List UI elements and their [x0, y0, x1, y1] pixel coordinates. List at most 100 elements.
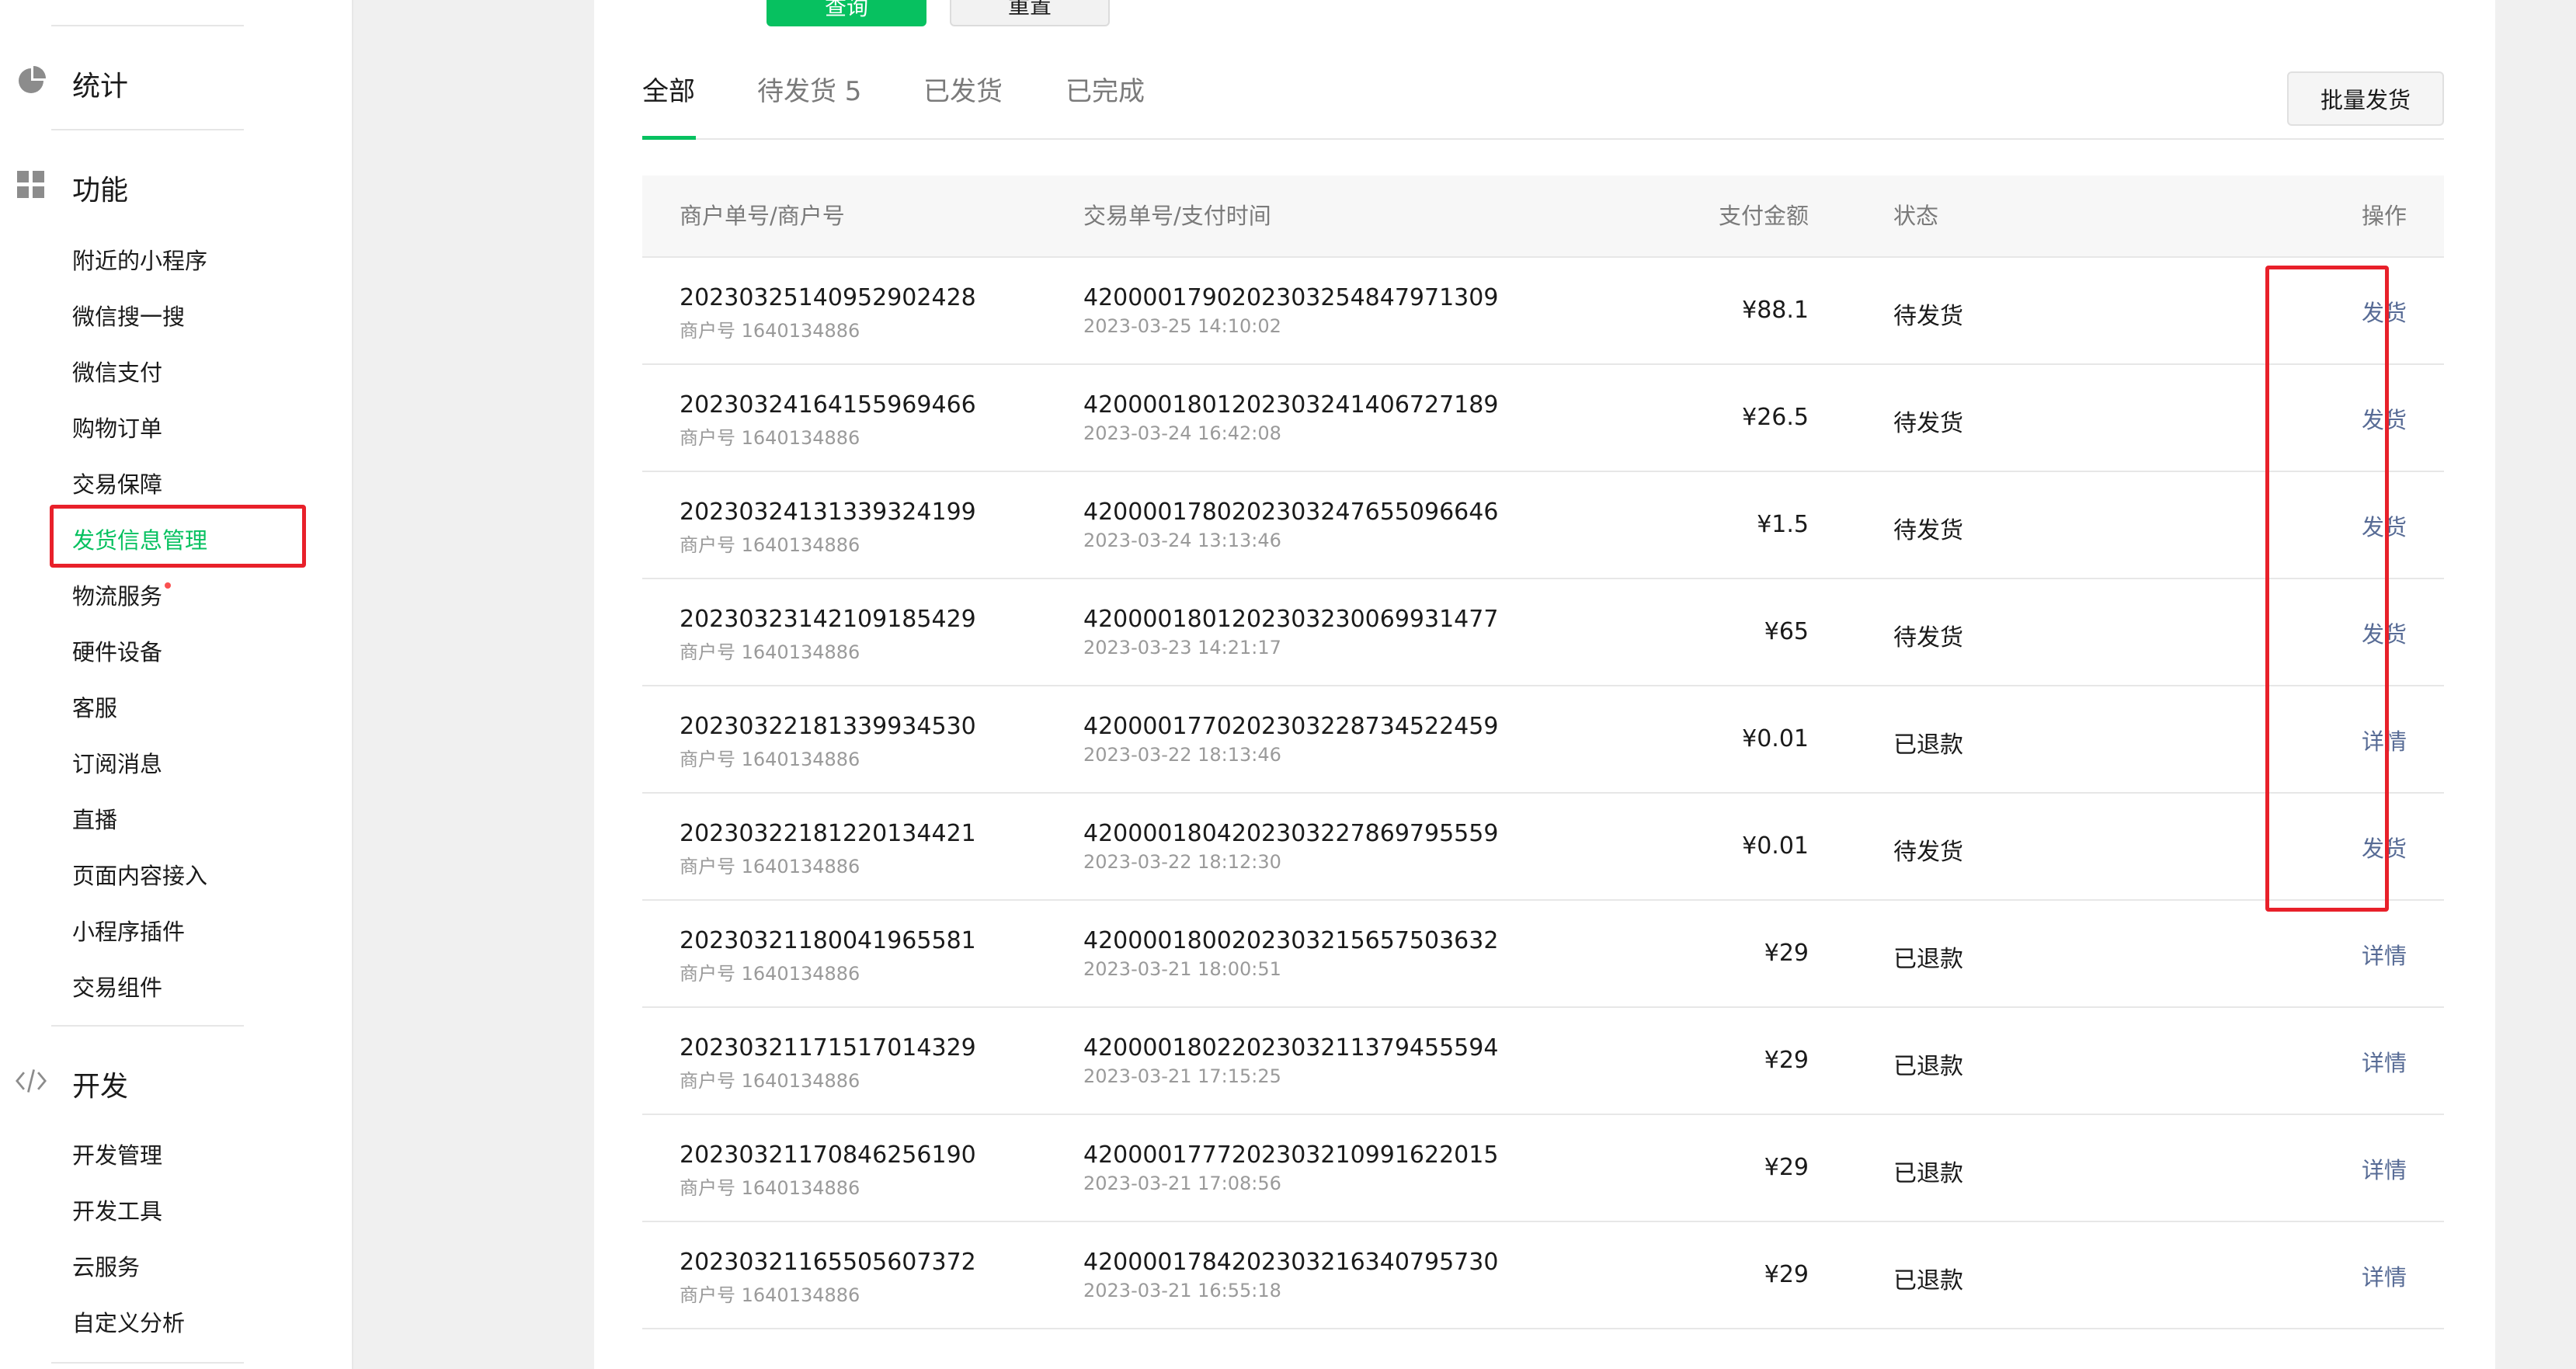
active-item-highlight [50, 505, 306, 568]
merchant-order-number: 20230323142109185429 [680, 606, 976, 633]
sidebar-item[interactable]: 开发管理 [72, 1140, 162, 1171]
table-header: 商户单号/商户号 交易单号/支付时间 支付金额 状态 操作 [642, 175, 2444, 258]
details-link[interactable]: 详情 [2362, 1260, 2407, 1292]
action-column-highlight [2265, 266, 2389, 912]
merchant-order-number: 20230324131339324199 [680, 499, 976, 526]
column-header-action: 操作 [2361, 203, 2407, 229]
order-status: 待发货 [1893, 517, 1963, 544]
merchant-order-number: 20230321170846256190 [680, 1141, 976, 1169]
trade-order-number: 4200001777202303210991622015 [1083, 1141, 1499, 1169]
sidebar-item[interactable]: 微信支付 [72, 357, 162, 388]
sidebar-item[interactable]: 微信搜一搜 [72, 301, 185, 332]
payment-time: 2023-03-21 17:08:56 [1083, 1173, 1281, 1194]
merchant-id: 商户号 1640134886 [680, 320, 860, 342]
sidebar-item[interactable]: 订阅消息 [72, 749, 162, 780]
code-icon [16, 1065, 47, 1096]
sidebar-item[interactable]: 交易组件 [72, 972, 162, 1003]
merchant-id: 商户号 1640134886 [680, 1177, 860, 1199]
payment-amount: ¥88.1 [1742, 297, 1809, 324]
column-header-amount: 支付金额 [1718, 203, 1809, 229]
sidebar-item[interactable]: 附近的小程序 [72, 245, 207, 276]
order-status: 待发货 [1893, 839, 1963, 866]
order-status: 待发货 [1893, 624, 1963, 651]
sidebar-divider [51, 25, 244, 26]
trade-order-number: 4200001800202303215657503632 [1083, 927, 1499, 954]
tab-all[interactable]: 全部 [642, 68, 695, 115]
section-label-statistics: 统计 [72, 71, 129, 103]
order-status: 已退款 [1893, 731, 1963, 759]
payment-time: 2023-03-21 18:00:51 [1083, 958, 1281, 980]
payment-time: 2023-03-22 18:12:30 [1083, 851, 1281, 873]
details-link[interactable]: 详情 [2362, 1045, 2407, 1078]
payment-amount: ¥0.01 [1742, 832, 1809, 860]
order-status: 已退款 [1893, 946, 1963, 973]
reset-button[interactable]: 重置 [950, 0, 1110, 26]
table-row: 20230321165505607372 商户号 1640134886 420000… [642, 1222, 2444, 1329]
merchant-id: 商户号 1640134886 [680, 641, 860, 663]
sidebar-item[interactable]: 交易保障 [72, 469, 162, 500]
payment-amount: ¥29 [1764, 1047, 1809, 1074]
table-row: 20230322181220134421 商户号 1640134886 420000… [642, 794, 2444, 901]
merchant-id: 商户号 1640134886 [680, 856, 860, 877]
payment-time: 2023-03-25 14:10:02 [1083, 315, 1281, 337]
content-gap [353, 0, 594, 1369]
table-row: 20230321180041965581 商户号 1640134886 420000… [642, 901, 2444, 1008]
merchant-id: 商户号 1640134886 [680, 749, 860, 770]
table-row: 20230325140952902428 商户号 1640134886 420000… [642, 258, 2444, 365]
merchant-order-number: 20230325140952902428 [680, 284, 976, 311]
tab-pending-shipment[interactable]: 待发货 5 [757, 68, 861, 115]
merchant-order-number: 20230322181339934530 [680, 713, 976, 740]
sidebar: 统计 功能 附近的小程序 微信搜一搜 微信支付 购物订单 交易保障 发货信息管理 物流服务硬… [0, 0, 353, 1369]
sidebar-item[interactable]: 自定义分析 [72, 1308, 185, 1339]
sidebar-divider [51, 129, 244, 130]
order-status: 待发货 [1893, 410, 1963, 437]
notification-dot [165, 582, 171, 589]
trade-order-number: 4200001804202303227869795559 [1083, 820, 1499, 847]
table-row: 20230321170846256190 商户号 1640134886 420000… [642, 1115, 2444, 1222]
query-button[interactable]: 查询 [767, 0, 926, 26]
merchant-order-number: 20230322181220134421 [680, 820, 976, 847]
sidebar-divider [51, 1362, 244, 1364]
merchant-order-number: 20230321171517014329 [680, 1034, 976, 1061]
payment-time: 2023-03-22 18:13:46 [1083, 744, 1281, 766]
tab-shipped[interactable]: 已发货 [923, 68, 1003, 115]
table-row: 20230322181339934530 商户号 1640134886 420000… [642, 686, 2444, 794]
sidebar-item[interactable]: 小程序插件 [72, 916, 185, 947]
section-label-development: 开发 [72, 1071, 129, 1103]
payment-time: 2023-03-21 16:55:18 [1083, 1280, 1281, 1301]
app-root: 统计 功能 附近的小程序 微信搜一搜 微信支付 购物订单 交易保障 发货信息管理 物流服务硬… [0, 0, 2576, 1369]
trade-order-number: 4200001790202303254847971309 [1083, 284, 1499, 311]
sidebar-item[interactable]: 页面内容接入 [72, 860, 207, 891]
sidebar-item[interactable]: 客服 [72, 693, 117, 724]
payment-amount: ¥26.5 [1742, 404, 1809, 431]
details-link[interactable]: 详情 [2362, 1152, 2407, 1185]
table-row: 20230323142109185429 商户号 1640134886 420000… [642, 579, 2444, 686]
sidebar-item[interactable]: 物流服务 [72, 581, 162, 612]
merchant-order-number: 20230324164155969466 [680, 391, 976, 419]
sidebar-item[interactable]: 购物订单 [72, 413, 162, 444]
merchant-order-number: 20230321180041965581 [680, 927, 976, 954]
sidebar-item[interactable]: 开发工具 [72, 1196, 162, 1227]
merchant-id: 商户号 1640134886 [680, 963, 860, 985]
tab-completed[interactable]: 已完成 [1066, 68, 1145, 115]
active-tab-indicator [642, 136, 696, 140]
payment-time: 2023-03-24 16:42:08 [1083, 422, 1281, 444]
merchant-id: 商户号 1640134886 [680, 534, 860, 556]
batch-ship-button[interactable]: 批量发货 [2287, 71, 2444, 126]
details-link[interactable]: 详情 [2362, 938, 2407, 971]
grid-icon [16, 169, 47, 200]
sidebar-item[interactable]: 云服务 [72, 1252, 140, 1283]
tabs-divider [642, 138, 2444, 140]
sidebar-item[interactable]: 硬件设备 [72, 637, 162, 668]
payment-time: 2023-03-24 13:13:46 [1083, 530, 1281, 551]
orders-table: 商户单号/商户号 交易单号/支付时间 支付金额 状态 操作 2023032514… [642, 175, 2444, 1329]
sidebar-item[interactable]: 直播 [72, 804, 117, 836]
order-status: 已退款 [1893, 1267, 1963, 1294]
payment-amount: ¥29 [1764, 1261, 1809, 1288]
trade-order-number: 4200001801202303241406727189 [1083, 391, 1499, 419]
merchant-id: 商户号 1640134886 [680, 427, 860, 449]
payment-amount: ¥65 [1764, 618, 1809, 645]
payment-time: 2023-03-21 17:15:25 [1083, 1065, 1281, 1087]
trade-order-number: 4200001802202303211379455594 [1083, 1034, 1499, 1061]
payment-time: 2023-03-23 14:21:17 [1083, 637, 1281, 658]
